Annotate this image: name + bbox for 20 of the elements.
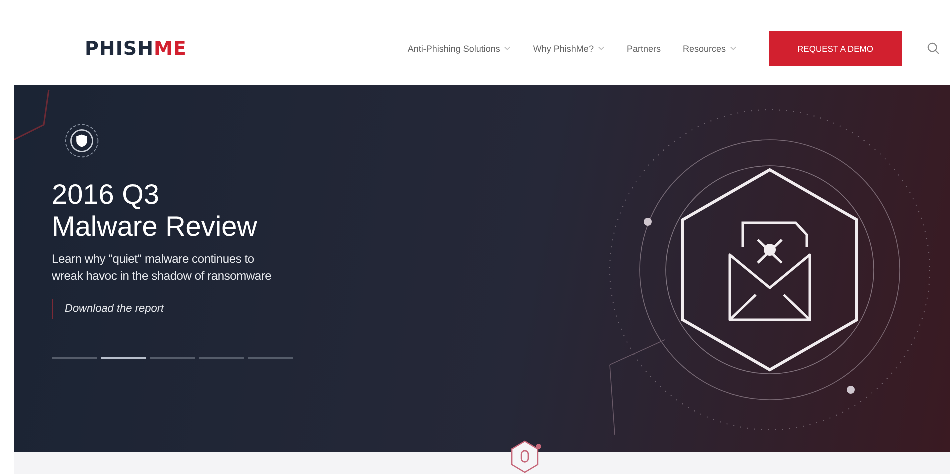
nav-link[interactable]: Partners [626,44,661,54]
slide-indicator[interactable] [101,357,146,359]
slide-indicator[interactable] [199,357,244,359]
hero-title: 2016 Q3 [52,179,160,211]
shield-icon [64,123,100,159]
logo[interactable]: PHISHME [85,38,187,60]
hero-subtitle: Learn why "quiet" malware continues to wreak havoc in the shadow of ransomware [52,251,273,285]
nav-link[interactable]: Resources [682,44,737,54]
slide-indicator[interactable] [150,357,195,359]
slide-indicator[interactable] [52,357,97,359]
caret-icon [504,46,512,51]
download-link[interactable]: Download the report [52,299,293,319]
request-demo-button[interactable]: REQUEST A DEMO [769,31,902,66]
nav-link[interactable]: Anti-Phishing Solutions [408,44,512,54]
hero-title: Malware Review [52,211,258,243]
nav-link[interactable]: Why PhishMe? [533,44,605,54]
search-icon[interactable] [927,42,940,55]
caret-icon [730,46,737,51]
slide-indicator[interactable] [248,357,293,359]
caret-icon [598,46,605,51]
